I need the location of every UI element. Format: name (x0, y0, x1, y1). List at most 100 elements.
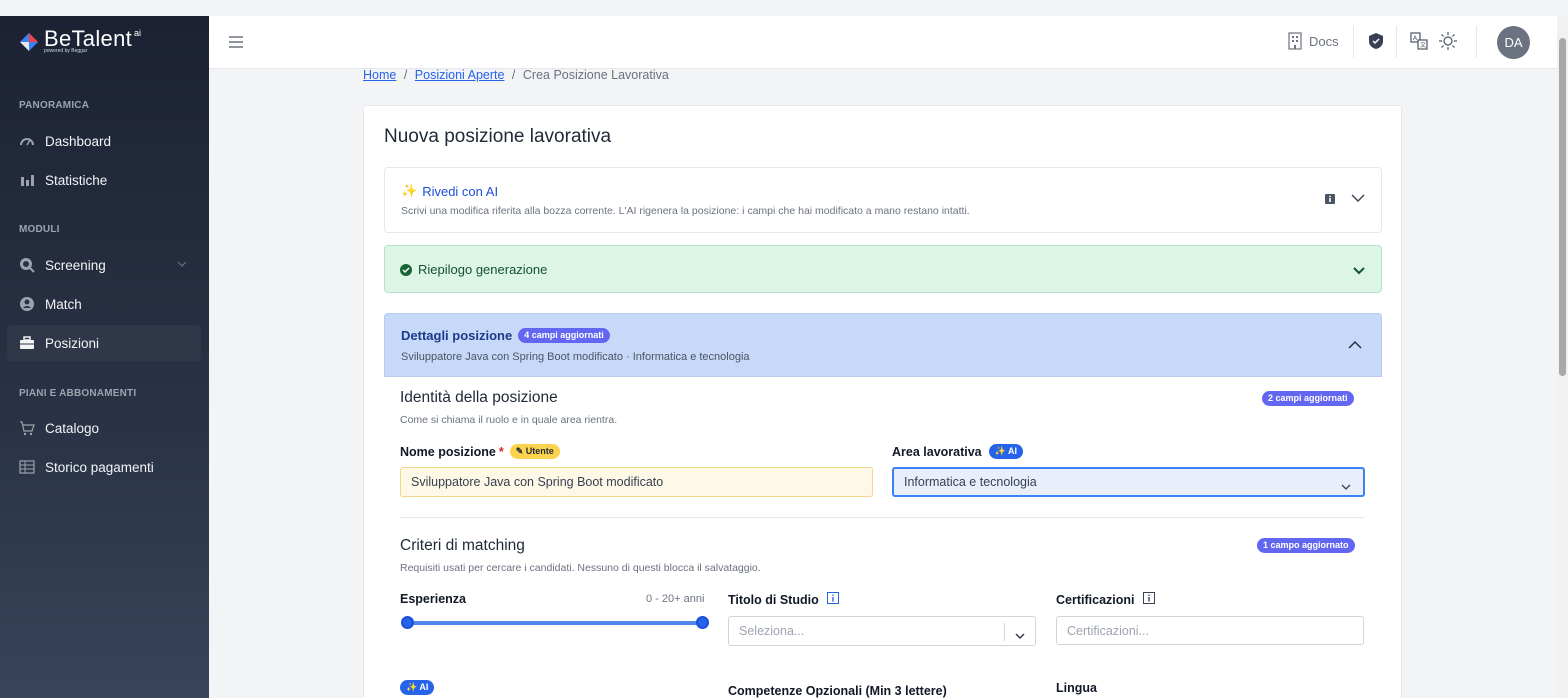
optional-skills-label: Competenze Opzionali (Min 3 lettere) (728, 684, 947, 698)
sidebar-item-statistiche[interactable]: Statistiche (7, 162, 201, 198)
experience-slider-track[interactable] (407, 621, 702, 625)
select-divider (1004, 623, 1005, 641)
ai-badge: ✨ AI (400, 680, 435, 695)
breadcrumb-separator: / (403, 68, 408, 82)
sidebar-item-label: Catalogo (45, 420, 100, 436)
required-marker: * (498, 444, 504, 459)
sparkle-icon: ✨ (401, 183, 418, 198)
cert-field-label: Certificazioni (1056, 592, 1155, 607)
table-icon (19, 459, 35, 475)
section-label-moduli: MODULI (19, 224, 60, 235)
degree-select[interactable]: Seleziona... (728, 616, 1036, 646)
page-scrollbar[interactable] (1557, 16, 1568, 698)
header-divider (1476, 26, 1477, 58)
header-divider (1396, 26, 1397, 58)
user-badge-icon (19, 296, 35, 312)
ai-review-title-row: ✨ Rivedi con AI (401, 183, 498, 199)
experience-slider-max-handle[interactable] (695, 616, 709, 629)
check-circle-icon (400, 263, 412, 281)
logo-mark-icon (20, 33, 38, 51)
svg-text:A: A (1413, 35, 1418, 42)
ai-badge: ✨ AI (988, 444, 1024, 459)
ai-review-description: Scrivi una modifica riferita alla bozza … (401, 205, 970, 217)
experience-range: 0 - 20+ anni (646, 593, 705, 605)
chevron-down-icon (1341, 479, 1351, 493)
scrollbar-thumb[interactable] (1559, 38, 1566, 376)
sidebar-item-screening[interactable]: Screening (7, 247, 201, 283)
info-icon[interactable] (1142, 592, 1155, 607)
matching-section-title: Criteri di matching (400, 537, 525, 554)
logo[interactable]: BeTalent ai powered by Beggar (18, 28, 142, 54)
matching-section-description: Requisiti usati per cercare i candidati.… (400, 562, 761, 574)
brand-tagline: powered by Beggar (44, 48, 88, 54)
building-icon (1288, 32, 1302, 50)
area-label-text: Area lavorativa (892, 444, 982, 459)
shield-icon[interactable] (1366, 31, 1386, 51)
bar-chart-icon (19, 172, 35, 188)
breadcrumb-open-positions[interactable]: Posizioni Aperte (415, 68, 505, 82)
gauge-icon (19, 133, 35, 149)
sidebar-item-label: Match (45, 296, 82, 312)
certifications-input[interactable]: Certificazioni... (1056, 616, 1364, 645)
details-title: Dettagli posizione (401, 328, 513, 343)
area-field-label: Area lavorativa ✨ AI (892, 444, 1024, 459)
header-divider (1353, 26, 1354, 58)
breadcrumb-home[interactable]: Home (363, 68, 396, 82)
breadcrumb-separator: / (511, 68, 516, 82)
name-field-label: Nome posizione * ✎ Utente (400, 444, 560, 459)
section-label-piani: PIANI E ABBONAMENTI (19, 388, 137, 399)
language-label: Lingua (1056, 681, 1097, 695)
ai-review-panel[interactable]: ✨ Rivedi con AI Scrivi una modifica rife… (384, 167, 1382, 233)
position-name-value: Sviluppatore Java con Spring Boot modifi… (411, 475, 664, 489)
top-strip (0, 0, 1568, 16)
brand-superscript: ai (134, 28, 142, 38)
breadcrumb-current: Crea Posizione Lavorativa (522, 68, 669, 82)
identity-updated-badge: 2 campi aggiornati (1262, 391, 1354, 406)
degree-label-text: Titolo di Studio (728, 592, 819, 607)
matching-updated-badge: 1 campo aggiornato (1257, 538, 1355, 553)
sidebar: BeTalent ai powered by Beggar PANORAMICA… (0, 16, 209, 698)
chevron-up-icon[interactable] (1348, 336, 1362, 354)
sidebar-item-match[interactable]: Match (7, 286, 201, 322)
translate-icon[interactable]: A文 (1409, 31, 1429, 51)
page-title: Nuova posizione lavorativa (384, 126, 612, 147)
work-area-select[interactable]: Informatica e tecnologia (892, 467, 1365, 497)
degree-field-label: Titolo di Studio (728, 592, 839, 607)
chevron-down-icon[interactable] (1353, 262, 1365, 280)
chevron-down-icon[interactable] (177, 259, 187, 270)
work-area-value: Informatica e tecnologia (904, 475, 1037, 489)
position-name-input[interactable]: Sviluppatore Java con Spring Boot modifi… (400, 467, 873, 497)
ai-review-title: Rivedi con AI (422, 183, 499, 199)
docs-link[interactable]: Docs (1287, 32, 1339, 50)
sidebar-item-label: Storico pagamenti (45, 459, 154, 475)
info-icon[interactable] (826, 592, 839, 607)
avatar[interactable]: DA (1497, 26, 1530, 59)
breadcrumb: Home / Posizioni Aperte / Crea Posizione… (363, 68, 669, 82)
identity-section-title: Identità della posizione (400, 389, 558, 406)
sidebar-item-storico-pagamenti[interactable]: Storico pagamenti (7, 449, 201, 485)
details-subtitle: Sviluppatore Java con Spring Boot modifi… (401, 351, 750, 363)
info-icon[interactable] (1325, 194, 1335, 207)
sidebar-item-catalogo[interactable]: Catalogo (7, 410, 201, 446)
svg-text:文: 文 (1420, 41, 1426, 49)
name-label-text: Nome posizione (400, 444, 496, 459)
summary-label: Riepilogo generazione (418, 262, 548, 277)
details-title-row: Dettagli posizione 4 campi aggiornati (401, 328, 610, 343)
sidebar-item-dashboard[interactable]: Dashboard (7, 123, 201, 159)
section-divider (400, 517, 1365, 518)
updated-fields-badge: 4 campi aggiornati (518, 328, 610, 343)
briefcase-icon (19, 335, 35, 351)
experience-slider-min-handle[interactable] (400, 616, 414, 629)
sidebar-item-posizioni[interactable]: Posizioni (7, 325, 201, 361)
cert-placeholder: Certificazioni... (1067, 623, 1149, 638)
user-edited-badge: ✎ Utente (509, 444, 560, 459)
search-doc-icon (19, 257, 35, 273)
generation-summary-panel[interactable]: Riepilogo generazione (384, 245, 1382, 293)
chevron-down-icon[interactable] (1351, 190, 1365, 208)
sun-icon[interactable] (1438, 31, 1458, 51)
cart-icon (19, 420, 35, 436)
sidebar-item-label: Screening (45, 257, 106, 273)
menu-toggle-icon[interactable] (229, 32, 243, 53)
section-label-panoramica: PANORAMICA (19, 100, 90, 111)
position-details-header[interactable]: Dettagli posizione 4 campi aggiornati Sv… (384, 313, 1382, 377)
